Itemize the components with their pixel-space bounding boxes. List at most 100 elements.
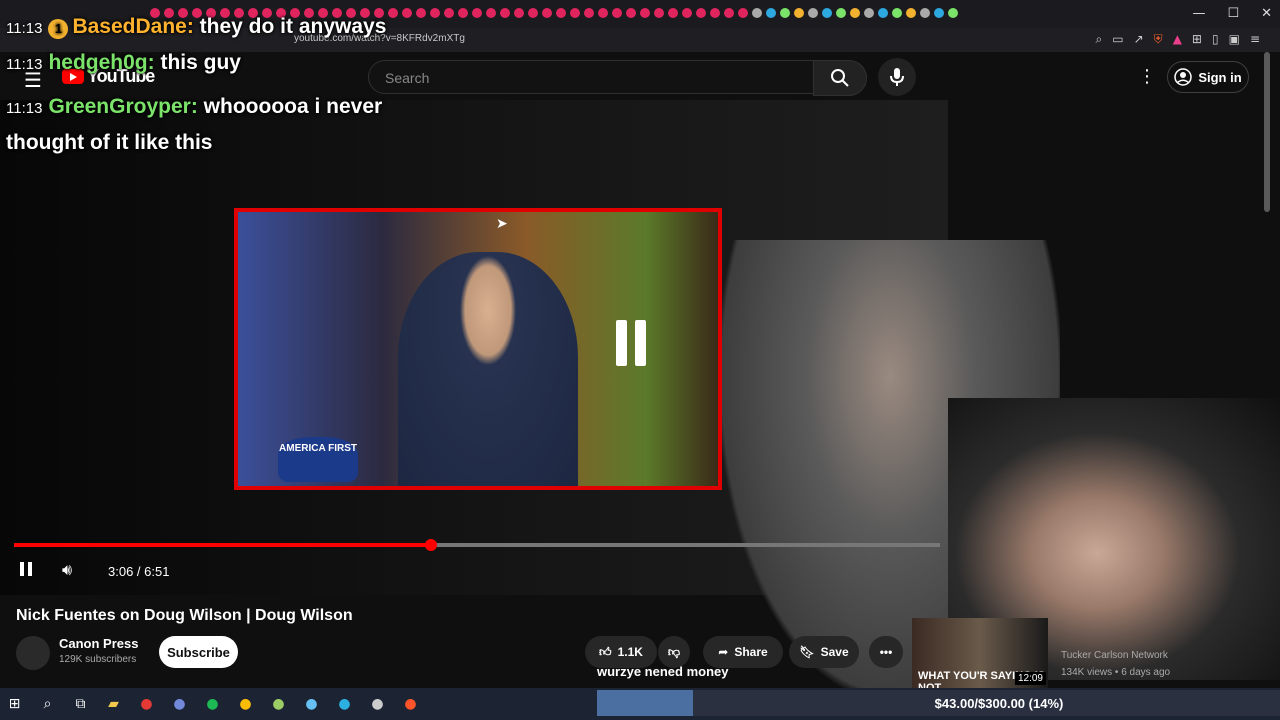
discord-icon[interactable]: ●	[171, 695, 188, 712]
browser-tab[interactable]	[766, 8, 776, 18]
task-view-icon[interactable]: ⧉	[72, 695, 89, 712]
inset-person	[398, 252, 578, 486]
window-controls: — ☐ ✕	[1192, 6, 1272, 21]
search-icon[interactable]: ⌕	[39, 695, 56, 712]
browser-tab[interactable]	[682, 8, 692, 18]
channel-name[interactable]: Canon Press	[59, 636, 138, 651]
chat-message: 11:13 GreenGroyper: whoooooa i never thou…	[6, 90, 426, 160]
pause-button[interactable]	[20, 562, 32, 576]
video-duration: 12:09	[1014, 672, 1046, 685]
browser-tab[interactable]	[822, 8, 832, 18]
chrome-icon[interactable]: ●	[237, 695, 254, 712]
browser-tab[interactable]	[514, 8, 524, 18]
browser-tab[interactable]	[934, 8, 944, 18]
browser-tab[interactable]	[948, 8, 958, 18]
bookmark-icon: 🔖︎	[799, 645, 815, 659]
browser-tab[interactable]	[850, 8, 860, 18]
video-title: Nick Fuentes on Doug Wilson | Doug Wilso…	[16, 607, 353, 624]
edge-icon[interactable]: ●	[336, 695, 353, 712]
voice-search-button[interactable]	[878, 58, 916, 96]
browser-tab[interactable]	[780, 8, 790, 18]
menu-icon[interactable]: ≡	[1250, 32, 1260, 47]
sidebar-icon[interactable]: ▯	[1212, 32, 1219, 47]
browser-tab[interactable]	[836, 8, 846, 18]
steam-icon[interactable]: ●	[303, 695, 320, 712]
chat-time: 11:13	[6, 100, 43, 117]
browser-tab[interactable]	[864, 8, 874, 18]
recommended-channel[interactable]: Tucker Carlson Network	[1061, 650, 1168, 661]
subscribe-button[interactable]: Subscribe	[159, 636, 238, 668]
browser-tab[interactable]	[612, 8, 622, 18]
inset-video-frame: AMERICA FIRST	[234, 208, 722, 490]
browser-tab[interactable]	[598, 8, 608, 18]
file-explorer-icon[interactable]: ▰	[105, 695, 122, 712]
page-scrollbar[interactable]	[1264, 52, 1270, 212]
spotify-icon[interactable]: ●	[204, 695, 221, 712]
chat-text: this guy	[160, 51, 241, 74]
browser-tab[interactable]	[654, 8, 664, 18]
browser-tab[interactable]	[724, 8, 734, 18]
chat-username: hedgeh0g:	[48, 51, 155, 74]
share-page-icon[interactable]: ↗	[1134, 32, 1144, 47]
chat-message: 11:13 hedgeh0g: this guy	[6, 46, 426, 82]
browser-tab[interactable]	[752, 8, 762, 18]
save-button[interactable]: 🔖︎ Save	[789, 636, 859, 668]
volume-icon[interactable]: 🔊︎	[62, 560, 72, 580]
save-label: Save	[820, 645, 849, 659]
browser-tab[interactable]	[542, 8, 552, 18]
browser-tab[interactable]	[584, 8, 594, 18]
browser-tab[interactable]	[906, 8, 916, 18]
chat-message: 11:13 1 BasedDane: they do it anyways	[6, 10, 426, 46]
chat-username: BasedDane:	[72, 15, 194, 38]
browser-tab[interactable]	[500, 8, 510, 18]
america-first-hat: AMERICA FIRST	[278, 437, 358, 482]
app-icon[interactable]: ●	[369, 695, 386, 712]
browser-tab[interactable]	[556, 8, 566, 18]
close-icon[interactable]: ✕	[1261, 6, 1272, 21]
browser-tab[interactable]	[570, 8, 580, 18]
browser-tab[interactable]	[458, 8, 468, 18]
search-box[interactable]	[368, 60, 814, 94]
wallet-icon[interactable]: ▣	[1229, 32, 1240, 47]
windows-start-icon[interactable]: ⊞	[6, 695, 23, 712]
browser-tab[interactable]	[430, 8, 440, 18]
app-icon[interactable]: ●	[270, 695, 287, 712]
browser-tab[interactable]	[738, 8, 748, 18]
chat-badge-icon: 1	[48, 19, 69, 39]
channel-avatar[interactable]	[16, 636, 50, 670]
thumbs-up-icon: 👍︎	[599, 644, 612, 659]
browser-tab[interactable]	[710, 8, 720, 18]
cast-icon[interactable]: ▭	[1112, 32, 1123, 47]
brave-icon[interactable]: ●	[402, 695, 419, 712]
browser-tab[interactable]	[696, 8, 706, 18]
pause-overlay-icon	[616, 320, 646, 370]
video-progress-bar[interactable]	[14, 539, 940, 551]
minimize-icon[interactable]: —	[1192, 6, 1205, 21]
browser-tab[interactable]	[892, 8, 902, 18]
search-input[interactable]	[383, 69, 787, 87]
browser-tab[interactable]	[640, 8, 650, 18]
browser-tab[interactable]	[920, 8, 930, 18]
browser-tab[interactable]	[528, 8, 538, 18]
maximize-icon[interactable]: ☐	[1227, 6, 1239, 21]
more-actions-button[interactable]: •••	[869, 636, 903, 668]
browser-tab[interactable]	[472, 8, 482, 18]
more-options-icon[interactable]: ⋮	[1138, 66, 1156, 87]
app-icon[interactable]: ●	[138, 695, 155, 712]
browser-tab[interactable]	[794, 8, 804, 18]
rewards-icon[interactable]: ▲	[1173, 32, 1182, 47]
browser-tab[interactable]	[486, 8, 496, 18]
search-button[interactable]	[813, 60, 867, 96]
browser-tab[interactable]	[808, 8, 818, 18]
extensions-icon[interactable]: ⊞	[1192, 32, 1202, 47]
brave-shield-icon[interactable]: ⛨	[1154, 32, 1163, 47]
browser-tab[interactable]	[626, 8, 636, 18]
recommended-thumbnail[interactable]: WHAT YOU'R SAYING IS NOT 12:09	[912, 618, 1048, 694]
zoom-icon[interactable]: ⌕	[1096, 32, 1103, 47]
sign-in-button[interactable]: Sign in	[1167, 61, 1249, 93]
progress-scrubber[interactable]	[424, 539, 437, 551]
browser-tab[interactable]	[878, 8, 888, 18]
thumbs-down-icon: 👎︎	[667, 644, 681, 659]
browser-tab[interactable]	[444, 8, 454, 18]
browser-tab[interactable]	[668, 8, 678, 18]
